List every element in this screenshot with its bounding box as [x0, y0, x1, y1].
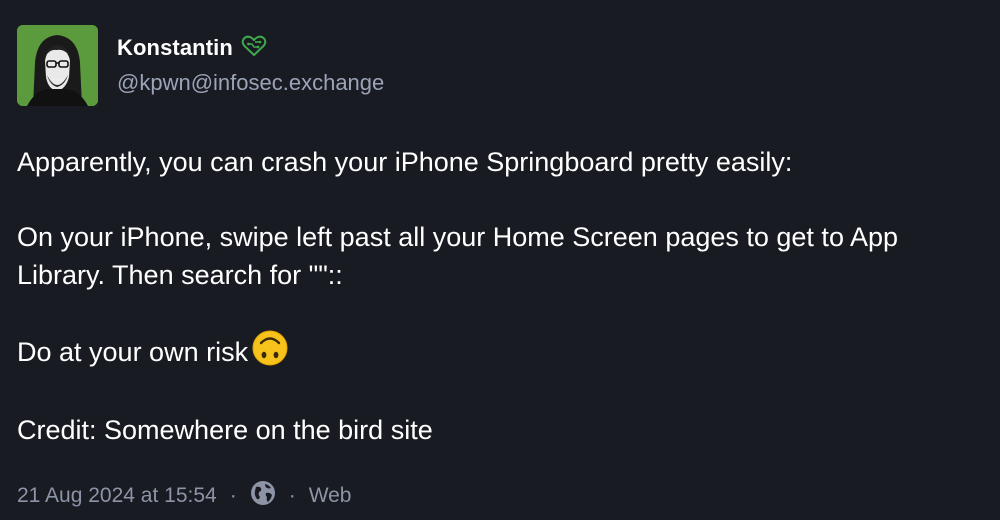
upside-down-face-icon	[252, 330, 288, 376]
author-name-row: Konstantin	[117, 33, 267, 63]
display-name[interactable]: Konstantin	[117, 35, 233, 61]
heart-circuit-icon	[241, 35, 267, 62]
post-paragraph: Do at your own risk	[17, 337, 249, 367]
meta-separator: ·	[229, 484, 237, 507]
account-handle[interactable]: @kpwn@infosec.exchange	[117, 70, 384, 96]
post-meta: 21 Aug 2024 at 15:54 · · Web	[17, 481, 352, 511]
globe-icon	[250, 480, 276, 512]
avatar[interactable]	[17, 25, 98, 106]
avatar-image	[17, 25, 98, 106]
post-paragraph: Credit: Somewhere on the bird site	[17, 415, 433, 445]
status-post: Konstantin @kpwn@infosec.exchange Appare…	[0, 0, 1000, 520]
post-paragraph: On your iPhone, swipe left past all your…	[17, 222, 899, 290]
client-name: Web	[308, 484, 352, 507]
post-timestamp[interactable]: 21 Aug 2024 at 15:54	[17, 484, 217, 508]
post-paragraph-with-emoji: Do at your own risk	[17, 330, 992, 376]
post-paragraph: Apparently, you can crash your iPhone Sp…	[17, 147, 793, 177]
meta-separator: ·	[288, 484, 296, 507]
post-content: Apparently, you can crash your iPhone Sp…	[17, 143, 992, 485]
